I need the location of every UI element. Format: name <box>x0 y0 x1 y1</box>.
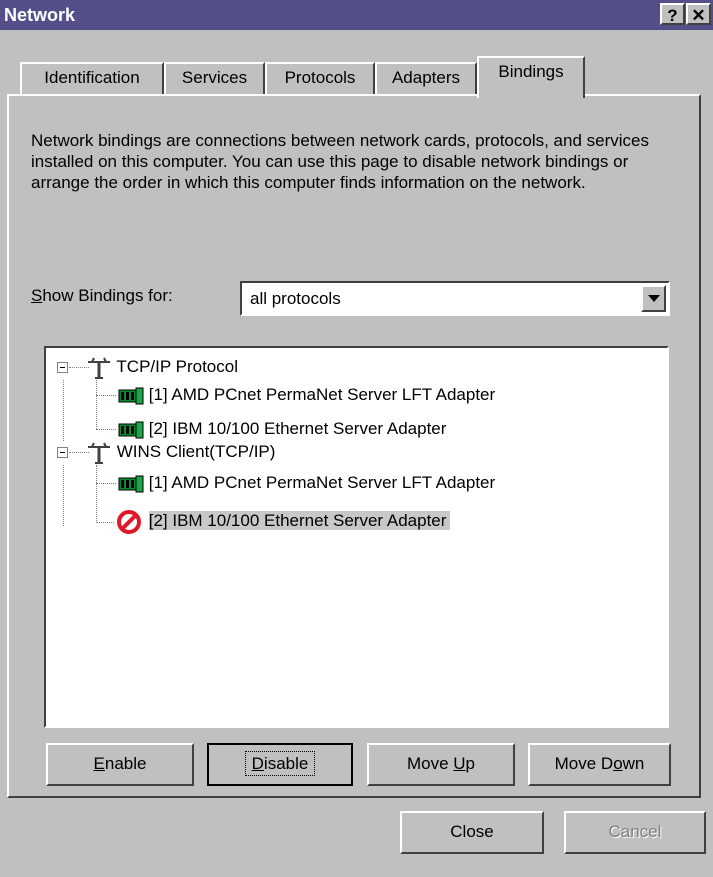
tree-connector <box>96 395 116 396</box>
tree-item-label: WINS Client(TCP/IP) <box>116 442 276 461</box>
collapse-icon[interactable] <box>57 447 68 458</box>
tree-connector <box>96 483 116 484</box>
network-adapter-icon <box>118 421 144 439</box>
tree-item-label: [1] AMD PCnet PermaNet Server LFT Adapte… <box>148 473 496 492</box>
collapse-icon[interactable] <box>57 362 68 373</box>
tree-item-binding[interactable]: [2] IBM 10/100 Ethernet Server Adapter <box>118 417 446 441</box>
bindings-tree[interactable]: TCP/IP Protocol [1] AMD PCnet PermaNet S… <box>44 346 669 728</box>
tree-connector <box>96 522 114 523</box>
tab-label: Identification <box>44 68 140 87</box>
close-button[interactable]: Close <box>400 811 544 854</box>
tree-item-label: [2] IBM 10/100 Ethernet Server Adapter <box>148 511 451 531</box>
network-adapter-icon <box>118 387 144 405</box>
cancel-button: Cancel <box>564 811 706 854</box>
disable-button[interactable]: Disable <box>207 743 353 786</box>
tab-protocols[interactable]: Protocols <box>265 62 375 94</box>
network-adapter-icon <box>118 475 144 493</box>
tree-item-label: TCP/IP Protocol <box>116 357 238 376</box>
chevron-down-icon[interactable] <box>641 285 666 312</box>
tree-item-binding-selected[interactable]: [2] IBM 10/100 Ethernet Server Adapter <box>116 509 451 534</box>
show-bindings-label: Show Bindings for: <box>31 286 173 305</box>
tree-item-label: [1] AMD PCnet PermaNet Server LFT Adapte… <box>148 385 496 404</box>
help-icon: ? <box>667 6 678 25</box>
tree-connector <box>63 380 64 441</box>
protocol-icon <box>88 357 110 379</box>
tab-label: Bindings <box>498 62 564 81</box>
tree-connector <box>63 465 64 526</box>
protocol-icon <box>88 442 110 464</box>
tree-item-binding[interactable]: [1] AMD PCnet PermaNet Server LFT Adapte… <box>118 383 495 407</box>
enable-button[interactable]: Enable <box>46 743 194 786</box>
cancel-button-label: Cancel <box>608 822 662 841</box>
tab-adapters[interactable]: Adapters <box>375 62 477 94</box>
disabled-binding-icon <box>117 510 141 534</box>
move-down-button[interactable]: Move Down <box>528 743 671 786</box>
show-bindings-value: all protocols <box>250 289 341 308</box>
tab-bindings[interactable]: Bindings <box>477 56 585 98</box>
close-button-label: Close <box>450 822 494 841</box>
tab-label: Services <box>181 68 248 87</box>
bindings-description: Network bindings are connections between… <box>31 131 649 192</box>
tab-services[interactable]: Services <box>164 62 265 94</box>
tree-connector <box>96 380 97 429</box>
tree-connector <box>96 465 97 523</box>
tree-item-group[interactable]: WINS Client(TCP/IP) <box>86 440 275 464</box>
tab-identification[interactable]: Identification <box>20 62 164 94</box>
title-bar: Network ? ✕ <box>0 0 713 30</box>
tab-label: Adapters <box>391 68 461 87</box>
help-button[interactable]: ? <box>660 3 685 25</box>
move-up-button[interactable]: Move Up <box>367 743 515 786</box>
tree-connector <box>96 429 116 430</box>
window-title: Network <box>4 5 76 25</box>
close-icon: ✕ <box>691 6 706 25</box>
disable-button-label: Disable <box>244 751 316 776</box>
tab-label: Protocols <box>284 68 356 87</box>
tree-item-group[interactable]: TCP/IP Protocol <box>86 355 238 379</box>
tree-item-label: [2] IBM 10/100 Ethernet Server Adapter <box>148 419 447 438</box>
tree-item-binding[interactable]: [1] AMD PCnet PermaNet Server LFT Adapte… <box>118 471 495 495</box>
show-bindings-dropdown[interactable]: all protocols <box>240 281 670 316</box>
close-window-button[interactable]: ✕ <box>686 3 711 25</box>
